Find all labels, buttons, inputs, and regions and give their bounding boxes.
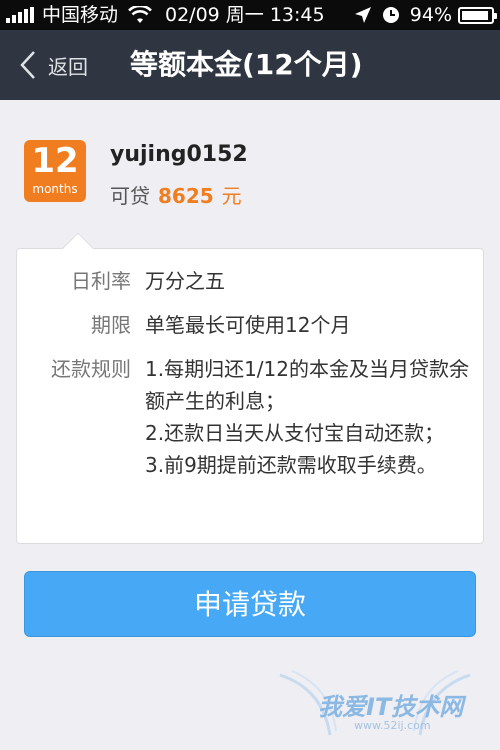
battery-icon	[458, 6, 497, 24]
loan-profile: 12 months yujing0152 可贷 8625 元	[24, 140, 484, 210]
status-bar: 中国移动 02/09 周一 13:45 94%	[0, 0, 500, 30]
chevron-left-icon	[20, 51, 35, 79]
battery-percent: 94%	[409, 4, 452, 26]
watermark-url: www.52ij.com	[354, 719, 431, 732]
credit-label: 可贷	[110, 184, 150, 208]
location-arrow-icon	[354, 7, 371, 23]
back-label: 返回	[48, 54, 88, 79]
months-badge: 12 months	[24, 140, 86, 202]
rule-item: 3.前9期提前还款需收取手续费。	[145, 453, 437, 477]
badge-unit: months	[32, 182, 78, 196]
credit-unit: 元	[221, 184, 242, 208]
apply-loan-button[interactable]: 申请贷款	[24, 571, 476, 637]
nav-bar: 返回 等额本金(12个月)	[0, 30, 500, 100]
loan-details-card: 日利率 万分之五 期限 单笔最长可使用12个月 还款规则 1.每期归还1/12的…	[16, 232, 484, 544]
term-label: 期限	[91, 313, 131, 337]
back-button[interactable]: 返回	[18, 30, 88, 100]
page-title: 等额本金(12个月)	[130, 48, 363, 81]
status-right: 94%	[354, 0, 497, 30]
signal-icon	[6, 7, 36, 23]
status-left: 中国移动	[6, 0, 152, 30]
credit-amount: 8625	[158, 184, 214, 208]
credit-line: 可贷 8625 元	[110, 180, 242, 209]
carrier-label: 中国移动	[42, 4, 119, 26]
alarm-clock-icon	[382, 7, 399, 23]
watermark-text: 我爱IT技术网	[318, 693, 464, 721]
rules-label: 还款规则	[51, 357, 131, 381]
site-watermark: 我爱IT技术网 www.52ij.com	[270, 665, 480, 740]
battery-fill	[462, 10, 489, 20]
wifi-icon	[128, 6, 152, 23]
rate-label: 日利率	[71, 269, 131, 293]
rule-item: 2.还款日当天从支付宝自动还款；	[145, 421, 445, 445]
card-pointer	[62, 232, 94, 264]
username: yujing0152	[110, 142, 248, 167]
rate-value: 万分之五	[145, 269, 225, 293]
term-value: 单笔最长可使用12个月	[145, 313, 351, 337]
rules-list: 1.每期归还1/12的本金及当月贷款余额产生的利息； 2.还款日当天从支付宝自动…	[145, 353, 475, 481]
status-datetime: 02/09 周一 13:45	[165, 4, 325, 26]
badge-number: 12	[31, 141, 79, 181]
rule-item: 1.每期归还1/12的本金及当月贷款余额产生的利息；	[145, 357, 469, 413]
